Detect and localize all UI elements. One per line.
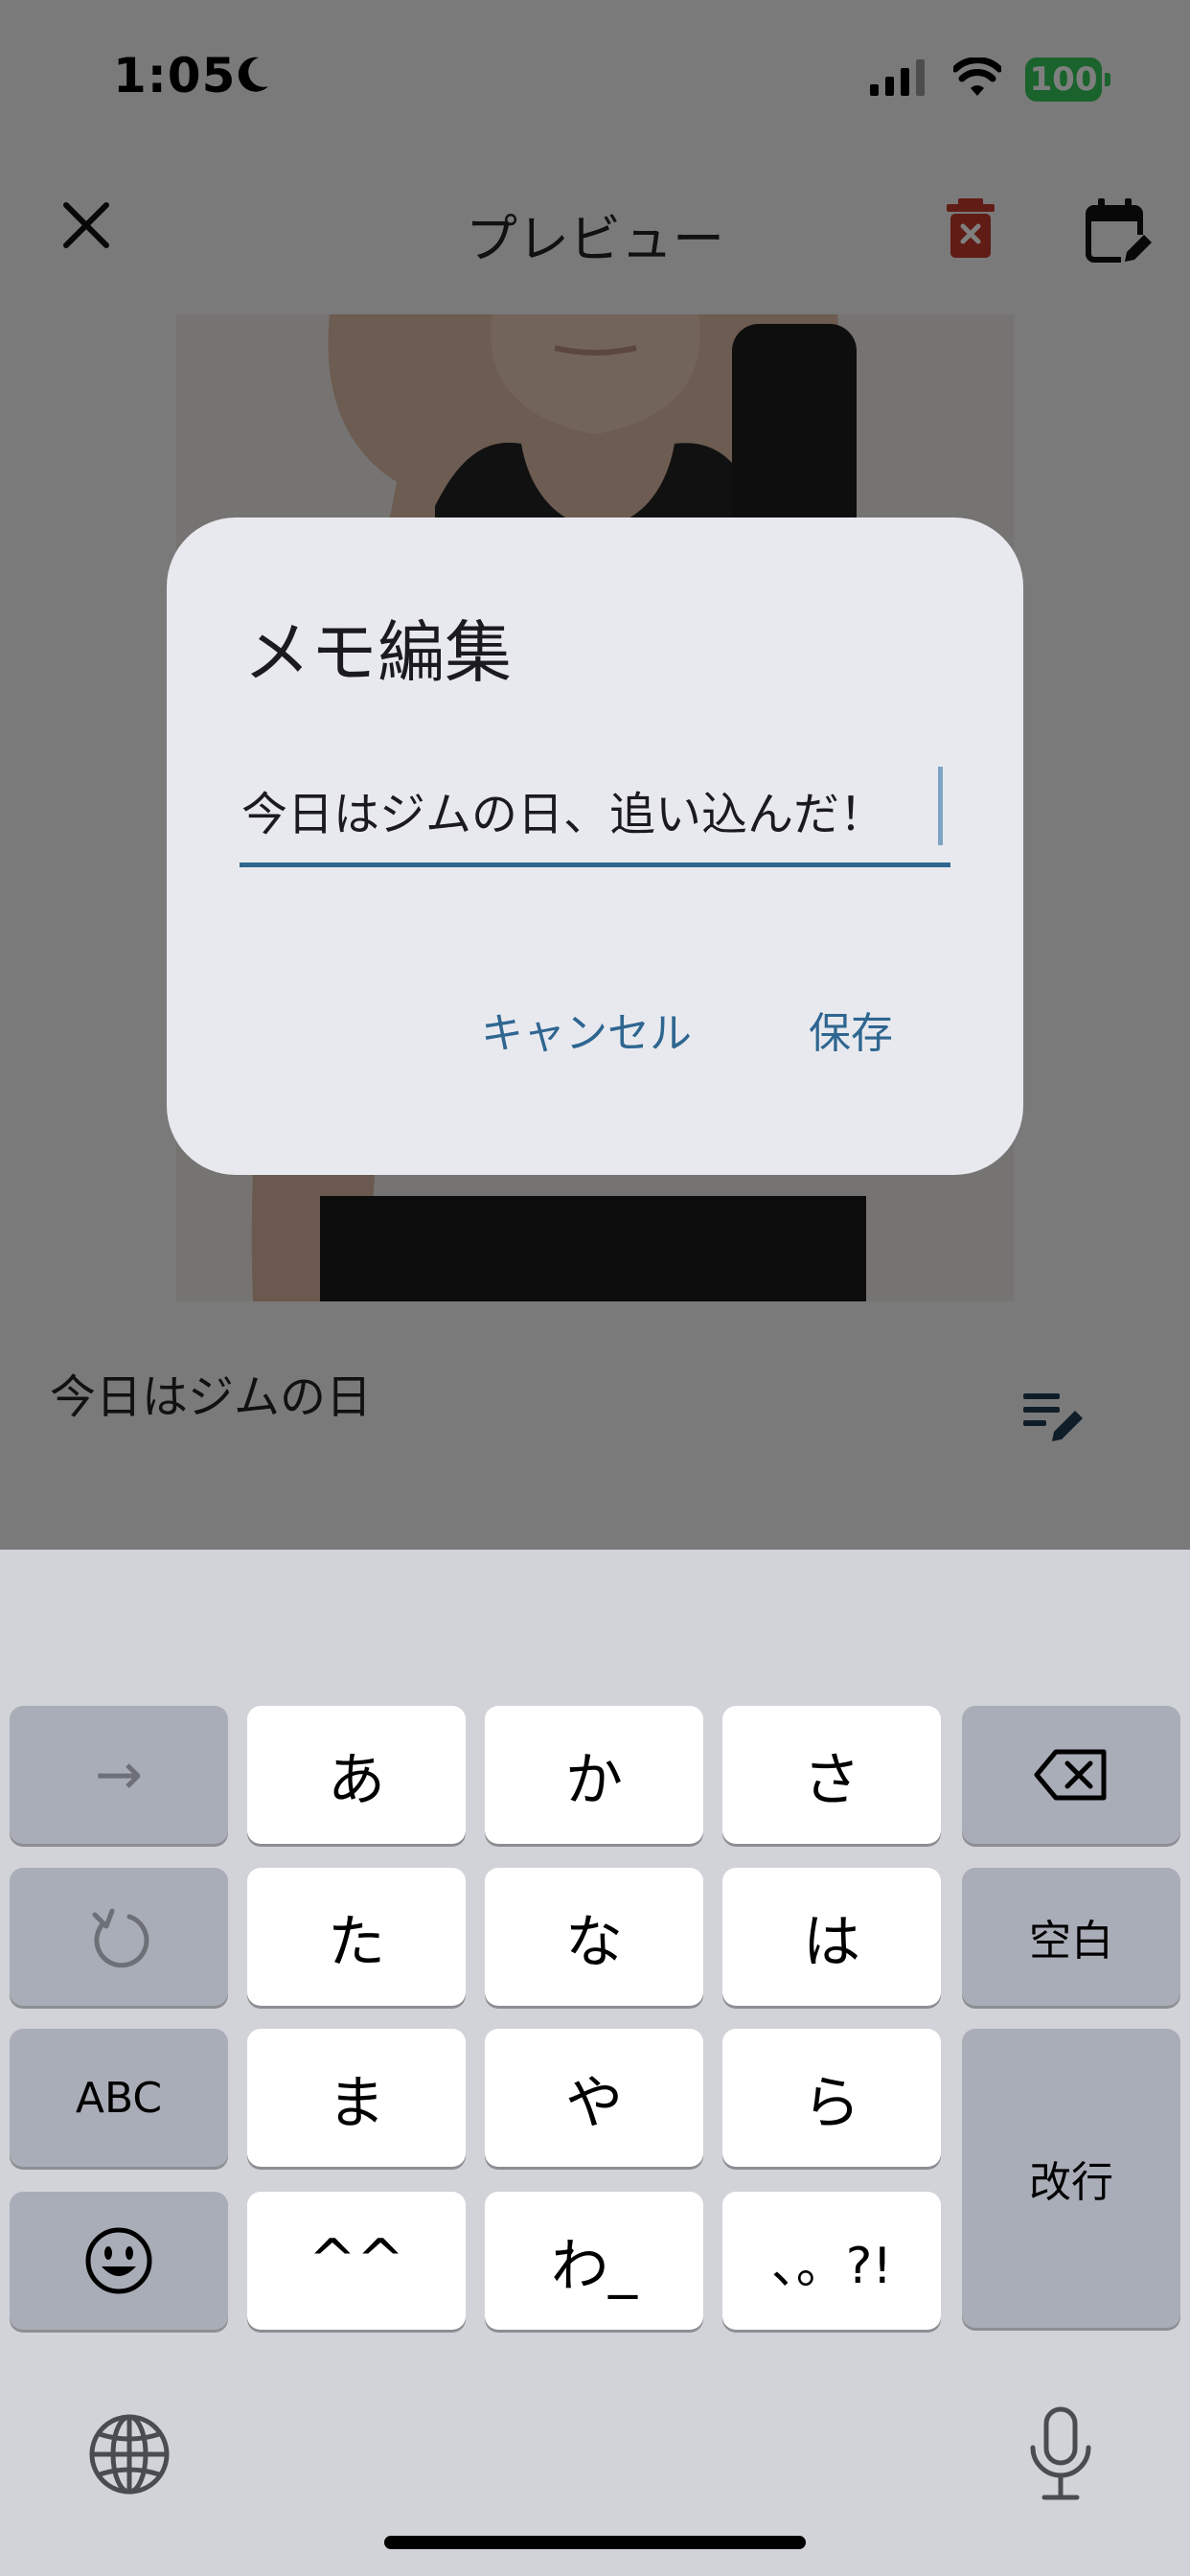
key-ka[interactable]: か (485, 1706, 703, 1844)
cancel-button[interactable]: キャンセル (481, 999, 692, 1060)
undo-key[interactable] (10, 1868, 228, 2006)
key-ra[interactable]: ら (722, 2029, 941, 2167)
undo-icon (92, 1908, 149, 1968)
abc-key[interactable]: ABC (10, 2029, 228, 2167)
backspace-key[interactable] (962, 1706, 1180, 1844)
backspace-icon (1034, 1749, 1107, 1801)
microphone-icon[interactable] (1025, 2405, 1096, 2503)
key-sa[interactable]: さ (722, 1706, 941, 1844)
key-ya[interactable]: や (485, 2029, 703, 2167)
text-cursor (938, 767, 943, 845)
emoji-key[interactable] (10, 2192, 228, 2330)
save-button[interactable]: 保存 (809, 999, 893, 1060)
key-wa[interactable]: わ_ (485, 2192, 703, 2330)
key-kaomoji[interactable]: ^^ (247, 2192, 466, 2330)
key-ta[interactable]: た (247, 1868, 466, 2006)
key-ha[interactable]: は (722, 1868, 941, 2006)
emoji-icon (85, 2227, 152, 2294)
enter-key[interactable]: 改行 (962, 2029, 1180, 2328)
space-key[interactable]: 空白 (962, 1868, 1180, 2006)
home-indicator[interactable] (384, 2536, 806, 2549)
key-punctuation[interactable]: 、。?! (722, 2192, 941, 2330)
globe-icon[interactable] (88, 2413, 171, 2496)
japanese-keyboard: → あ か さ た な は 空白 ABC ま や ら 改行 ^^ わ_ 、。?! (0, 1550, 1190, 2576)
key-na[interactable]: な (485, 1868, 703, 2006)
key-a[interactable]: あ (247, 1706, 466, 1844)
memo-input-value: 今日はジムの日、追い込んだ！ (241, 788, 886, 841)
key-arrow[interactable]: → (10, 1706, 228, 1844)
key-ma[interactable]: ま (247, 2029, 466, 2167)
memo-input[interactable]: 今日はジムの日、追い込んだ！ (240, 767, 950, 867)
memo-edit-dialog: メモ編集 今日はジムの日、追い込んだ！ キャンセル 保存 (167, 518, 1023, 1175)
dialog-title: メモ編集 (243, 613, 512, 692)
preview-screen: 1:05 100 プレビュー (0, 0, 1190, 1550)
